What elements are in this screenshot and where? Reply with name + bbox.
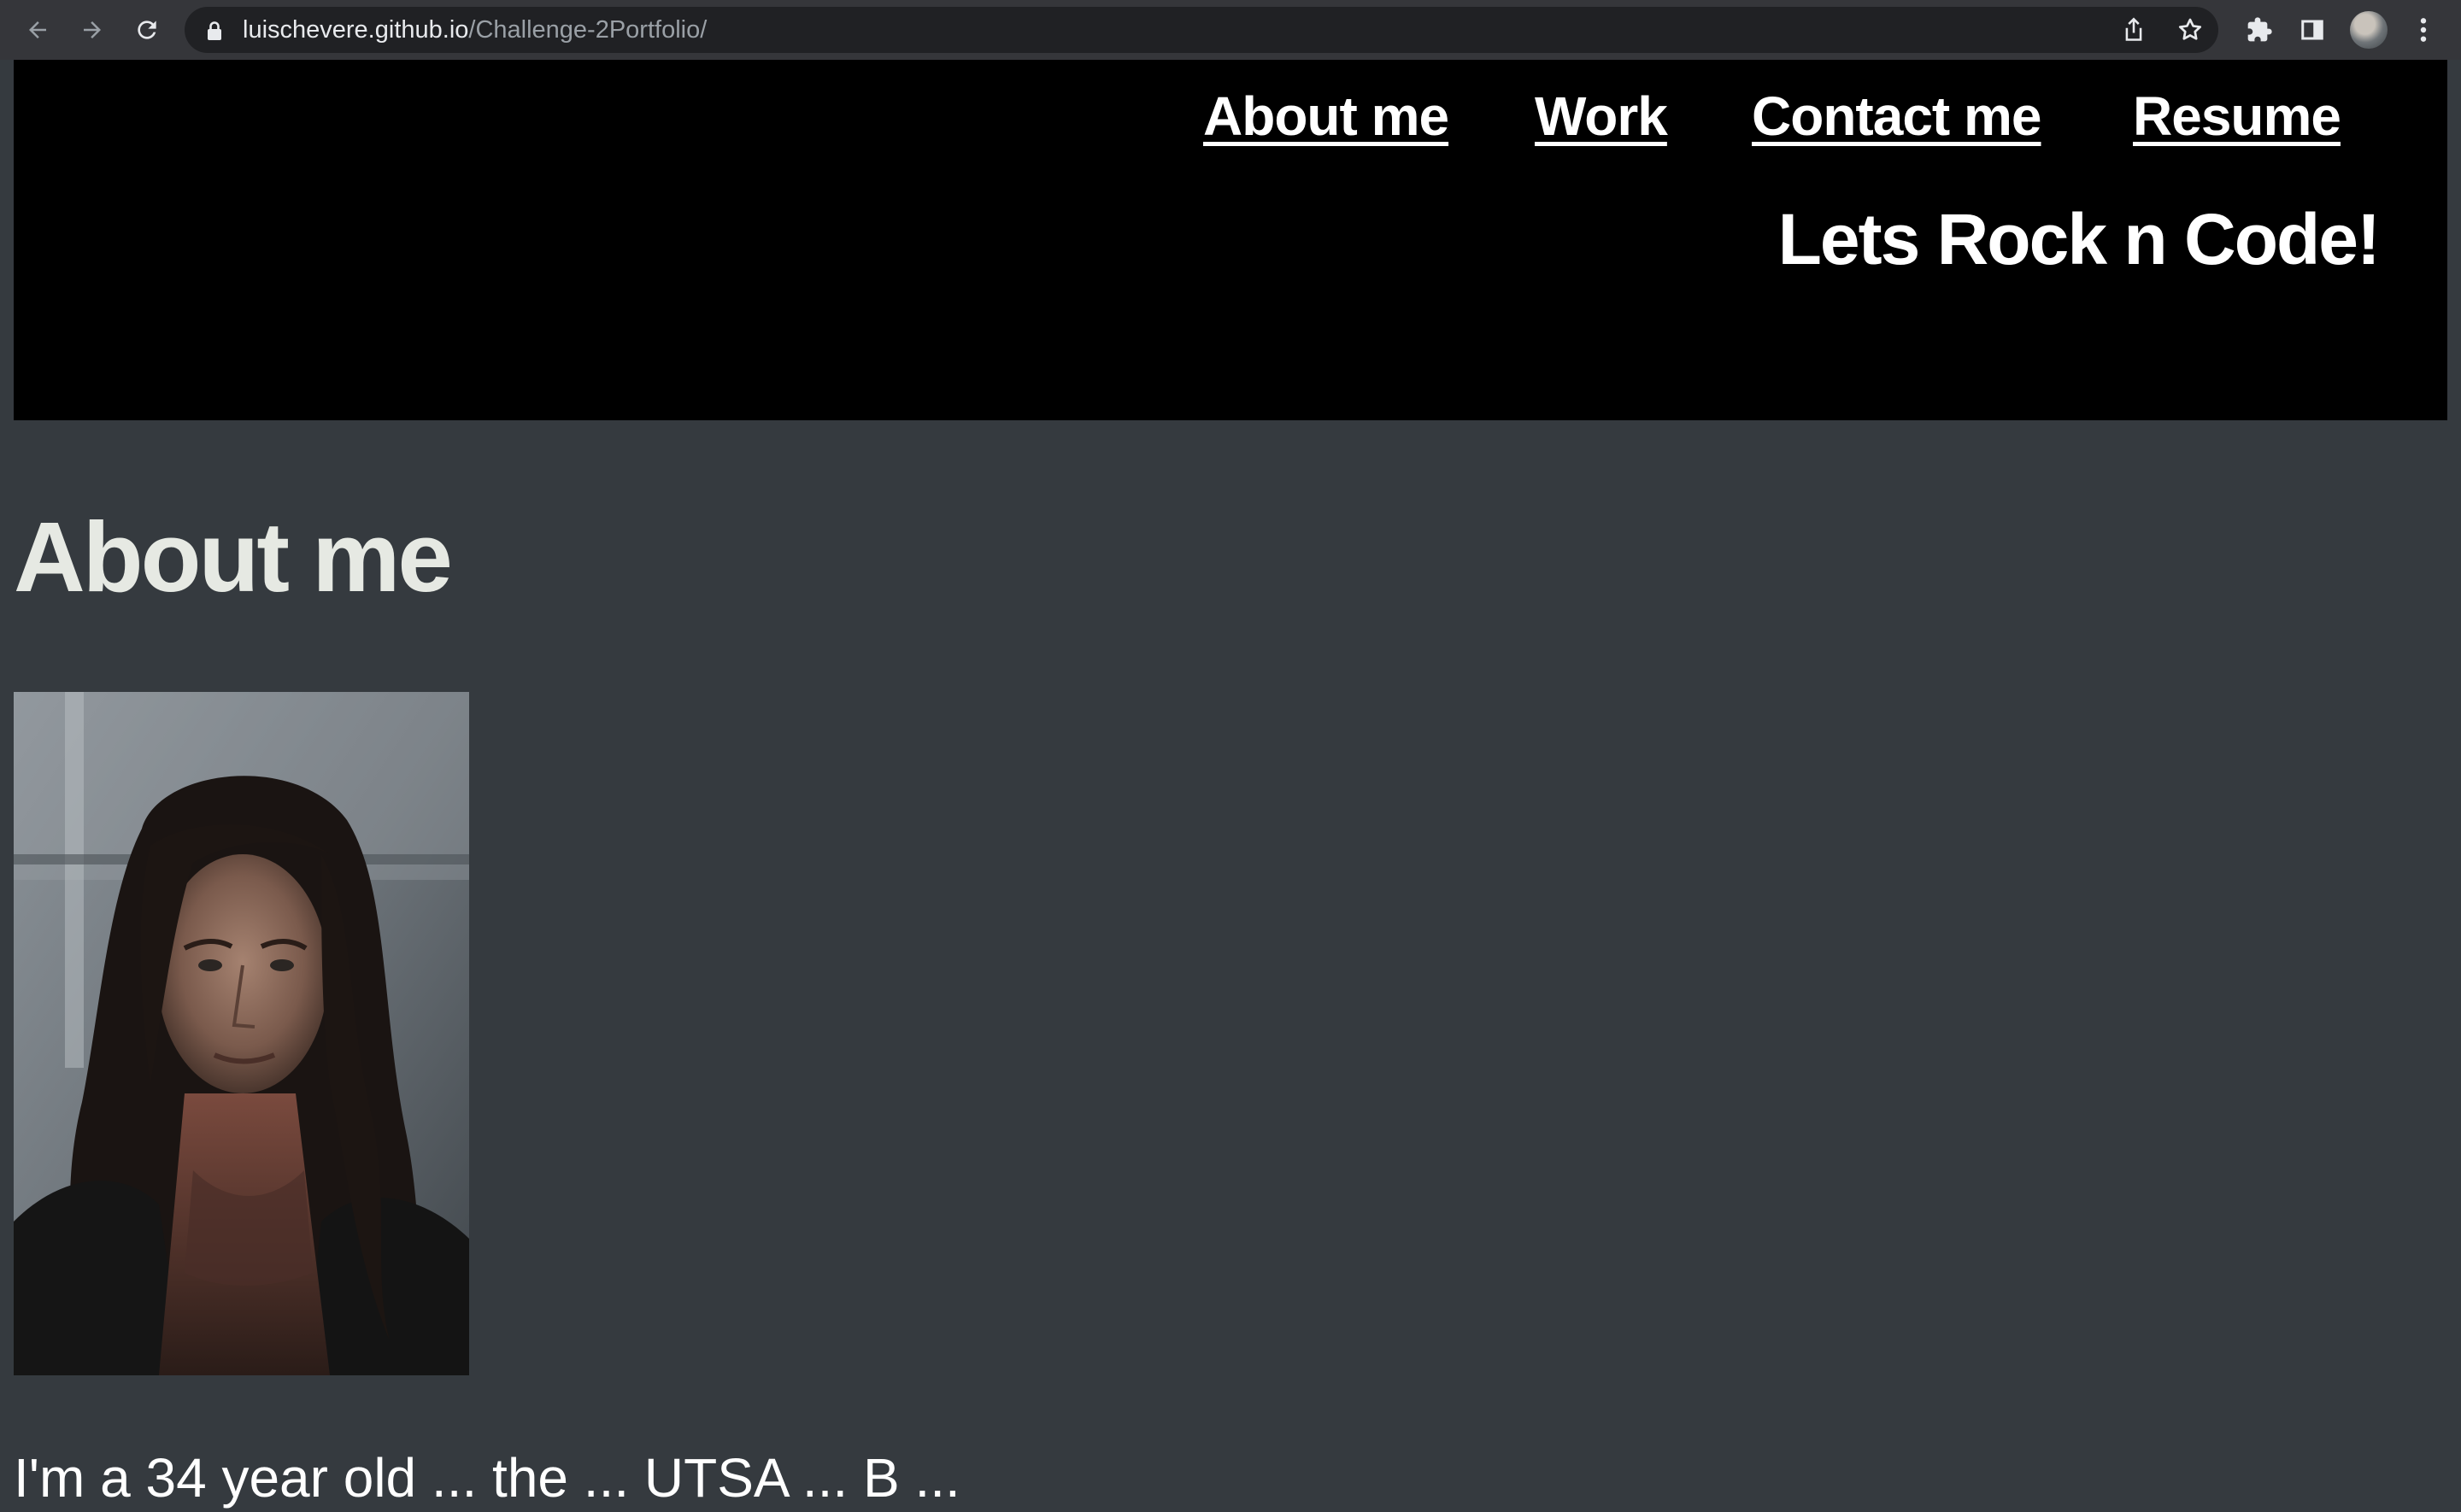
- nav-link-resume[interactable]: Resume: [2133, 82, 2341, 150]
- about-me-bio: I'm a 34 year old ... the ... UTSA ... B…: [14, 1447, 960, 1509]
- url-text[interactable]: luischevere.github.io/Challenge-2Portfol…: [243, 7, 707, 53]
- profile-avatar[interactable]: [2350, 11, 2388, 49]
- more-menu-icon[interactable]: [2403, 9, 2444, 50]
- reload-icon[interactable]: [126, 9, 167, 50]
- bookmark-star-icon[interactable]: [2175, 15, 2206, 45]
- share-icon[interactable]: [2118, 15, 2149, 45]
- about-me-heading: About me: [14, 501, 453, 612]
- side-panel-icon[interactable]: [2292, 9, 2333, 50]
- address-bar[interactable]: luischevere.github.io/Challenge-2Portfol…: [185, 7, 2218, 53]
- browser-toolbar: luischevere.github.io/Challenge-2Portfol…: [0, 0, 2461, 60]
- site-tagline: Lets Rock n Code!: [1777, 199, 2381, 279]
- forward-arrow-icon[interactable]: [72, 9, 113, 50]
- profile-photo: [14, 692, 469, 1375]
- nav-link-work[interactable]: Work: [1535, 82, 1668, 150]
- back-arrow-icon[interactable]: [17, 9, 58, 50]
- nav-link-contact-me[interactable]: Contact me: [1752, 82, 2041, 150]
- lock-icon[interactable]: [205, 21, 224, 41]
- extensions-puzzle-icon[interactable]: [2239, 9, 2280, 50]
- nav-link-about-me[interactable]: About me: [1203, 82, 1449, 150]
- site-header: About me Work Contact me Resume Lets Roc…: [14, 60, 2447, 420]
